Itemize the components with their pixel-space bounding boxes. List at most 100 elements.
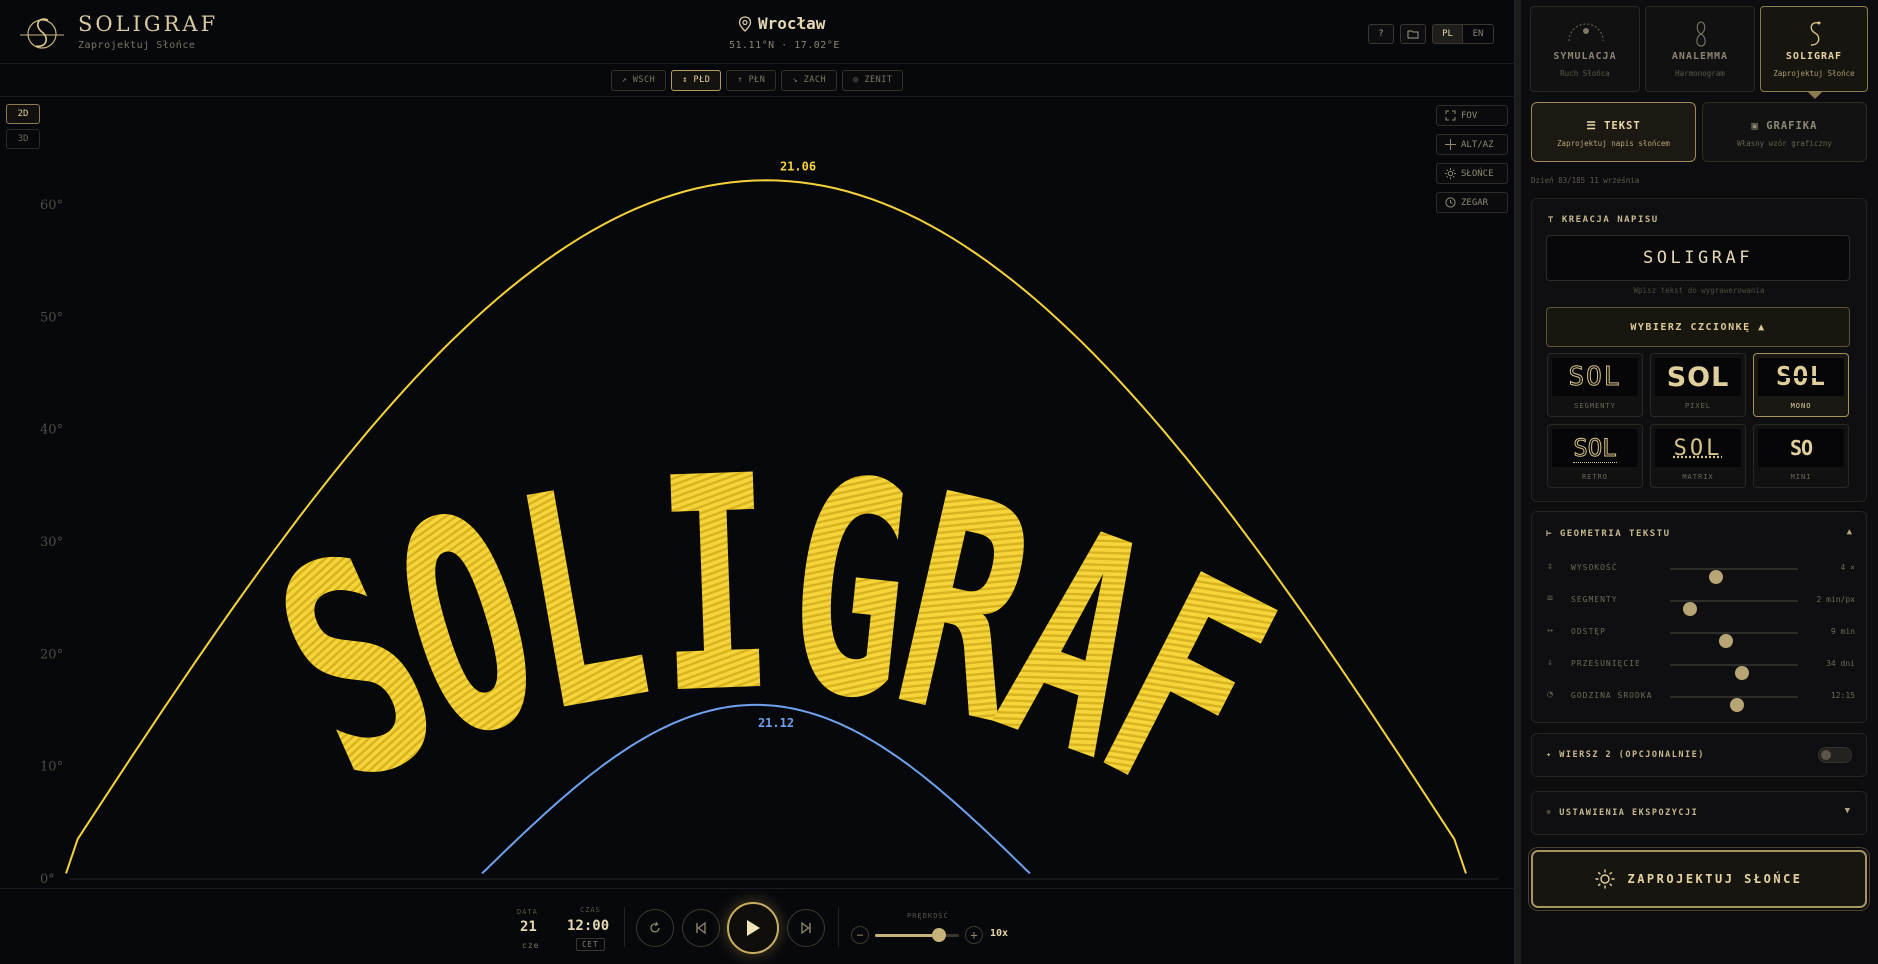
sun-toggle-button[interactable]: SŁOŃCE [1436,163,1508,184]
day-info: Dzień 83/185 11 września [1531,176,1640,185]
font-preview-text: SOL [1673,435,1723,461]
design-sun-button[interactable]: ZAPROJEKTUJ SŁOŃCE [1531,850,1867,908]
view-2d-button[interactable]: 2D [6,104,40,124]
mode-tab-label: ANALEMMA [1671,51,1729,62]
view-3d-button[interactable]: 3D [6,129,40,149]
slider-value: 12:15 [1830,691,1855,700]
sun-label: SŁOŃCE [1461,168,1494,179]
font-preview-text: SO [1789,436,1813,460]
text-input[interactable]: SOLIGRAF [1546,235,1850,281]
speed-increase-button[interactable]: + [965,926,983,944]
subtab-label: ▣ GRAFIKA [1703,120,1866,132]
font-preview: SOL [1655,429,1741,467]
brand-subtitle: Zaprojektuj Słońce [78,40,196,51]
slider-track[interactable] [1670,632,1798,648]
slider-label: SEGMENTY [1571,595,1618,604]
skip-back-icon [696,922,706,934]
subtab-text[interactable]: ☰ TEKST Zaprojektuj napis słońcem [1531,102,1696,162]
active-indicator [1808,92,1822,99]
speed-slider-fill [875,934,939,937]
location-button[interactable]: Wrocław [738,14,825,33]
font-card-pixel[interactable]: SOL PIXEL [1650,353,1746,417]
row2-toggle-knob [1821,750,1831,760]
subtab-title: TEKST [1604,120,1641,132]
text-input-hint: Wpisz tekst do wygrawerowania [1633,286,1765,295]
slider-label: PRZESUNIĘCIE [1571,659,1641,668]
coordinates: 51.11°N · 17.02°E [729,40,840,51]
sun-icon [1595,869,1615,889]
collapse-icon[interactable]: ▲ [1847,527,1852,537]
slider-knob[interactable] [1734,666,1749,680]
direction-north-button[interactable]: ↑ PŁN [726,69,777,91]
slider-track[interactable] [1670,696,1798,712]
font-card-segmenty[interactable]: SOL SEGMENTY [1547,353,1643,417]
font-card-matrix[interactable]: SOL MATRIX [1650,424,1746,488]
sidebar-resize-handle[interactable] [1515,0,1521,964]
slider-row-3: ↔ ODSTĘP 9 min [1547,624,1855,648]
slider-label: WYSOKOŚĆ [1571,563,1618,572]
image-icon: ▣ [1751,120,1767,132]
speed-slider[interactable] [875,928,959,942]
fov-button[interactable]: FOV [1436,105,1508,126]
y-tick-label: 0° [40,872,55,887]
slider-knob[interactable] [1709,570,1724,584]
language-switch: PL EN [1432,24,1494,44]
choose-font-button[interactable]: WYBIERZ CZCIONKĘ ▲ [1546,307,1850,347]
font-card-label: MONO [1790,402,1812,410]
row2-panel: ✦ WIERSZ 2 (OPCJONALNIE) [1531,733,1867,777]
font-preview-text: SOL [1666,361,1730,393]
next-button[interactable] [787,909,825,947]
slider-track[interactable] [1670,600,1798,616]
font-card-mono[interactable]: SOL MONO [1753,353,1849,417]
folder-button[interactable] [1400,24,1426,44]
font-card-mini[interactable]: SO MINI [1753,424,1849,488]
direction-west-button[interactable]: ↘ ZACH [781,69,838,91]
logo-icon [20,18,64,49]
text-panel-title-label: KREACJA NAPISU [1561,215,1659,225]
text-panel-title: ⊤ KREACJA NAPISU [1548,215,1659,225]
date-day[interactable]: 21 [520,919,537,935]
reset-button[interactable] [636,909,674,947]
mode-tab-analemma[interactable]: ANALEMMA Harmonogram [1645,6,1755,92]
lang-en-button[interactable]: EN [1463,25,1493,43]
mode-tab-soligraf[interactable]: SOLIGRAF Zaprojektuj Słońce [1760,6,1868,99]
slider-track[interactable] [1670,568,1798,584]
play-button[interactable] [727,902,779,954]
time-value[interactable]: 12:00 [567,918,609,934]
slider-track[interactable] [1670,664,1798,680]
sun-icon [1445,168,1456,179]
city-name: Wrocław [758,14,826,33]
previous-button[interactable] [682,909,720,947]
font-card-retro[interactable]: SOL RETRO [1547,424,1643,488]
slider-row-1: ↕ WYSOKOŚĆ 4 × [1547,560,1855,584]
direction-east-button[interactable]: ↗ WSCH [610,69,667,91]
speed-slider-knob[interactable] [931,928,946,942]
slider-icon: ◔ [1547,689,1554,700]
sunrise-icon [1568,23,1604,42]
exposure-title-label: USTAWIENIA EKSPOZYCJI [1559,808,1699,818]
y-tick-label: 20° [40,647,63,662]
font-preview: SOL [1655,358,1741,396]
direction-zenith-button[interactable]: ◎ ZENIT [842,69,904,91]
font-card-label: SEGMENTY [1574,402,1616,410]
slider-knob[interactable] [1729,698,1744,712]
mode-tab-simulation[interactable]: SYMULACJA Ruch Słońca [1530,6,1640,92]
date-label: DATA [517,908,538,916]
speed-decrease-button[interactable]: − [851,926,869,944]
altaz-button[interactable]: ALT/AZ [1436,134,1508,155]
brand-title: SOLIGRAF [78,12,219,36]
lang-pl-button[interactable]: PL [1433,25,1463,43]
sky-chart[interactable]: 0°10°20°30°40°50°60°21.0621.12SOLIGRAF [0,97,1514,887]
exposure-panel[interactable]: ☼ USTAWIENIA EKSPOZYCJI ▼ [1531,791,1867,835]
subtab-graphic[interactable]: ▣ GRAFIKA Własny wzór graficzny [1702,102,1867,162]
skip-forward-icon [801,922,811,934]
help-button[interactable]: ? [1368,24,1394,44]
sun-letter: I [652,414,778,760]
mode-tab-sub: Harmonogram [1675,69,1725,78]
direction-south-button[interactable]: ↕ PŁD [671,69,722,91]
slider-label: ODSTĘP [1571,627,1606,636]
clock-button[interactable]: ZEGAR [1436,192,1508,213]
row2-toggle[interactable] [1818,747,1852,763]
font-preview: SOL [1552,429,1638,467]
divider [624,907,625,947]
